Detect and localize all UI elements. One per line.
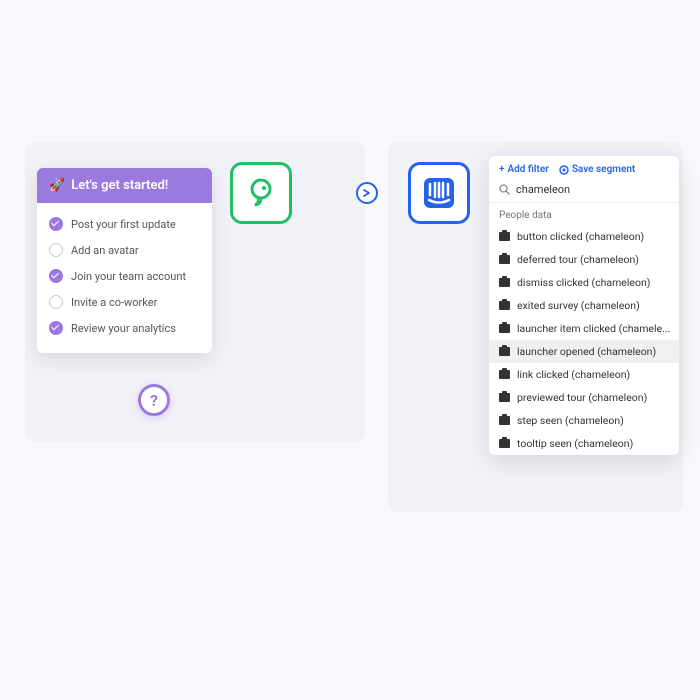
event-icon [499,439,510,448]
dropdown-option-label: launcher item clicked (chamele... [517,322,670,335]
dropdown-options: button clicked (chameleon) deferred tour … [489,225,679,455]
search-icon [499,184,510,195]
chameleon-app-icon [230,162,292,224]
dropdown-option-label: deferred tour (chameleon) [517,253,639,266]
checklist-item-label: Review your analytics [71,322,176,335]
help-button[interactable]: ? [138,384,170,416]
dropdown-option[interactable]: link clicked (chameleon) [489,363,679,386]
dropdown-option[interactable]: launcher opened (chameleon) [489,340,679,363]
check-done-icon [49,217,63,231]
chameleon-logo-icon [243,175,279,211]
checklist-item[interactable]: Review your analytics [37,315,212,341]
search-value: chameleon [516,183,570,196]
arrow-circle-icon [356,182,378,204]
rocket-icon: 🚀 [49,178,65,193]
dropdown-option[interactable]: launcher item clicked (chamele... [489,317,679,340]
onboarding-checklist: 🚀 Let's get started! Post your first upd… [37,168,212,353]
help-icon: ? [150,391,158,410]
dropdown-option-label: previewed tour (chameleon) [517,391,647,404]
search-input[interactable]: chameleon [489,179,679,203]
intercom-app-icon [408,162,470,224]
dropdown-option[interactable]: deferred tour (chameleon) [489,248,679,271]
event-icon [499,301,510,310]
checklist-item[interactable]: Join your team account [37,263,212,289]
checklist-item-label: Post your first update [71,218,176,231]
dropdown-option-label: tooltip seen (chameleon) [517,437,633,450]
dropdown-option-label: dismiss clicked (chameleon) [517,276,650,289]
event-icon [499,324,510,333]
dropdown-option[interactable]: dismiss clicked (chameleon) [489,271,679,294]
dropdown-option-label: step seen (chameleon) [517,414,624,427]
check-done-icon [49,321,63,335]
event-icon [499,347,510,356]
intercom-logo-icon [419,173,459,213]
save-segment-button[interactable]: Save segment [559,164,635,175]
check-empty-icon [49,243,63,257]
dropdown-option-label: launcher opened (chameleon) [517,345,656,358]
event-icon [499,393,510,402]
dropdown-option[interactable]: previewed tour (chameleon) [489,386,679,409]
event-icon [499,370,510,379]
event-icon [499,255,510,264]
filter-dropdown: + Add filter Save segment chameleon Peop… [489,156,679,455]
checklist-item[interactable]: Add an avatar [37,237,212,263]
checklist-title: Let's get started! [71,178,168,193]
checklist-item-label: Invite a co-worker [71,296,157,309]
dropdown-section-header: People data [489,203,679,225]
dropdown-option[interactable]: step seen (chameleon) [489,409,679,432]
save-icon [559,165,569,175]
check-done-icon [49,269,63,283]
connection-arrow [292,192,408,196]
dropdown-option[interactable]: tooltip seen (chameleon) [489,432,679,455]
dropdown-option[interactable]: exited survey (chameleon) [489,294,679,317]
checklist-item-label: Add an avatar [71,244,139,257]
add-filter-button[interactable]: + Add filter [499,164,549,175]
dropdown-option-label: button clicked (chameleon) [517,230,644,243]
dropdown-option[interactable]: button clicked (chameleon) [489,225,679,248]
checklist-item[interactable]: Post your first update [37,211,212,237]
checklist-tail [118,352,132,353]
check-empty-icon [49,295,63,309]
checklist-item[interactable]: Invite a co-worker [37,289,212,315]
checklist-item-label: Join your team account [71,270,186,283]
checklist-items: Post your first update Add an avatar Join … [37,203,212,353]
dropdown-actions: + Add filter Save segment [489,156,679,179]
dropdown-option-label: exited survey (chameleon) [517,299,640,312]
checklist-header: 🚀 Let's get started! [37,168,212,203]
dropdown-option-label: link clicked (chameleon) [517,368,630,381]
event-icon [499,416,510,425]
event-icon [499,278,510,287]
event-icon [499,232,510,241]
